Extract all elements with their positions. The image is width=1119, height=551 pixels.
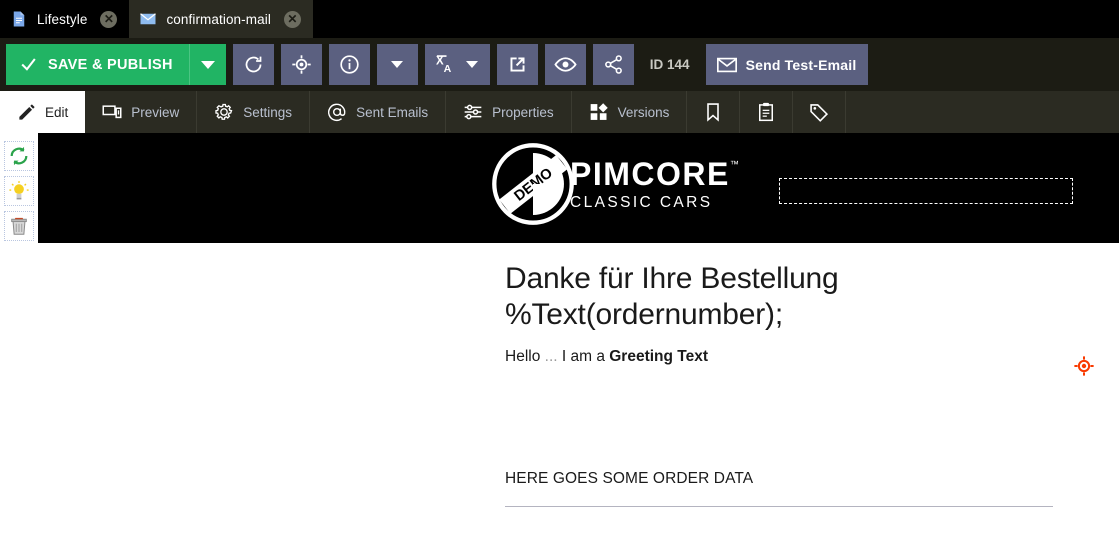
tab-tasks[interactable] [740,91,793,133]
translate-icon: X A [435,53,458,76]
tab-label: Versions [618,105,670,120]
document-tab-label: confirmation-mail [166,12,270,27]
tab-sent-emails[interactable]: Sent Emails [310,91,446,133]
sliders-icon [463,102,483,122]
document-tab-lifestyle[interactable]: Lifestyle ✕ [0,0,129,38]
pencil-icon [17,103,36,122]
document-tab-label: Lifestyle [37,12,87,27]
gear-icon [214,102,234,122]
chevron-down-icon [391,61,403,68]
envelope-icon [139,10,157,28]
tab-edit[interactable]: Edit [0,91,85,133]
headline-line-2: %Text(ordernumber); [505,297,1119,333]
tab-versions[interactable]: Versions [572,91,688,133]
editor-body: DEMO PIMCORE ™ CLASSIC CARS Danke für Ih… [0,133,1119,551]
brand-logo: DEMO PIMCORE ™ CLASSIC CARS [490,141,739,227]
order-data-label: HERE GOES SOME ORDER DATA [505,470,1119,488]
eye-icon [554,53,577,76]
check-icon [19,55,38,74]
devices-icon [102,102,122,122]
demo-badge-icon: DEMO [490,141,576,227]
document-tab-bar: Lifestyle ✕ confirmation-mail ✕ [0,0,1119,38]
brand-name: PIMCORE [570,157,730,191]
save-dropdown-button[interactable] [190,44,226,85]
chevron-down-icon [466,61,478,68]
external-link-icon [507,54,528,75]
tab-label: Settings [243,105,292,120]
mail-header: DEMO PIMCORE ™ CLASSIC CARS [38,133,1119,243]
tag-icon [809,102,829,122]
document-icon [10,10,28,28]
divider [505,506,1053,507]
headline-line-1: Danke für Ihre Bestellung [505,261,1119,297]
trash-icon [8,215,30,237]
editable-tools-rail [0,133,38,551]
target-icon [291,54,312,75]
greeting-ellipsis: ... [545,348,558,365]
trademark-symbol: ™ [730,159,739,169]
document-tab-confirmation-mail[interactable]: confirmation-mail ✕ [129,0,312,38]
send-test-email-button[interactable]: Send Test-Email [706,44,869,85]
tab-label: Sent Emails [356,105,428,120]
tab-settings[interactable]: Settings [197,91,310,133]
info-button[interactable] [329,44,370,85]
tab-label: Edit [45,105,68,120]
greeting-middle: I am a [558,348,610,365]
open-in-new-button[interactable] [497,44,538,85]
send-test-email-label: Send Test-Email [746,57,857,73]
page-title: Danke für Ihre Bestellung %Text(ordernum… [505,261,1119,333]
tab-properties[interactable]: Properties [446,91,572,133]
reload-button[interactable] [233,44,274,85]
tab-label: Properties [492,105,554,120]
lightbulb-icon [8,180,30,202]
greeting-text[interactable]: Hello ... I am a Greeting Text [505,348,1119,366]
envelope-icon [716,54,738,76]
chevron-down-icon [201,61,215,69]
close-icon[interactable]: ✕ [284,11,301,28]
mail-body: Danke für Ihre Bestellung %Text(ordernum… [38,243,1119,507]
tab-preview[interactable]: Preview [85,91,197,133]
tab-bookmark[interactable] [687,91,740,133]
close-icon[interactable]: ✕ [100,11,117,28]
main-toolbar: SAVE & PUBLISH [0,38,1119,91]
reload-editables-button[interactable] [4,141,34,171]
greeting-prefix: Hello [505,348,545,365]
editor-tab-bar: Edit Preview Settings Sent Emails [0,91,1119,133]
info-icon [339,54,360,75]
bookmark-icon [703,102,723,122]
save-and-publish-label: SAVE & PUBLISH [48,57,173,73]
sync-arrows-icon [8,145,30,167]
brand-subtitle: CLASSIC CARS [570,194,739,212]
locate-button[interactable] [281,44,322,85]
info-dropdown-button[interactable] [377,44,418,85]
grid-icon [589,102,609,122]
editable-dropzone[interactable] [779,178,1073,204]
clipboard-icon [756,102,776,122]
share-icon [603,54,624,75]
greeting-bold-text: Greeting Text [609,348,708,365]
tab-label: Preview [131,105,179,120]
mail-preview-canvas: DEMO PIMCORE ™ CLASSIC CARS Danke für Ih… [38,133,1119,551]
save-and-publish-button[interactable]: SAVE & PUBLISH [6,44,226,85]
save-and-publish-main[interactable]: SAVE & PUBLISH [6,44,189,85]
at-sign-icon [327,102,347,122]
document-id-label: ID 144 [641,57,699,72]
empty-trash-button[interactable] [4,211,34,241]
translate-button[interactable]: X A [425,44,490,85]
reload-icon [243,54,264,75]
share-button[interactable] [593,44,634,85]
hints-button[interactable] [4,176,34,206]
preview-button[interactable] [545,44,586,85]
svg-text:A: A [443,63,451,75]
target-marker-icon[interactable] [1073,355,1095,377]
tab-tags[interactable] [793,91,846,133]
